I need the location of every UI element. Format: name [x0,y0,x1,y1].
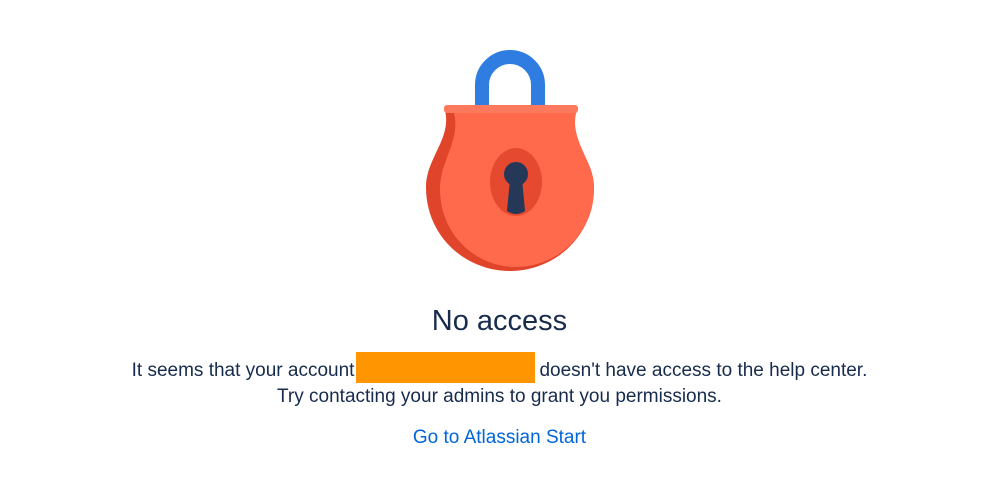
padlock-icon [424,47,596,271]
go-to-atlassian-start-link[interactable]: Go to Atlassian Start [413,427,586,448]
access-message-line1: It seems that your account doesn't have a… [0,352,999,384]
page-title: No access [431,305,568,337]
link-container: Go to Atlassian Start [0,425,999,451]
message-suffix: doesn't have access to the help center. [539,360,868,381]
redacted-account-block [356,352,536,383]
access-message-line2: Try contacting your admins to grant you … [277,386,722,407]
no-access-page: No access It seems that your account does… [0,0,999,489]
message-prefix: It seems that your account [131,360,355,381]
